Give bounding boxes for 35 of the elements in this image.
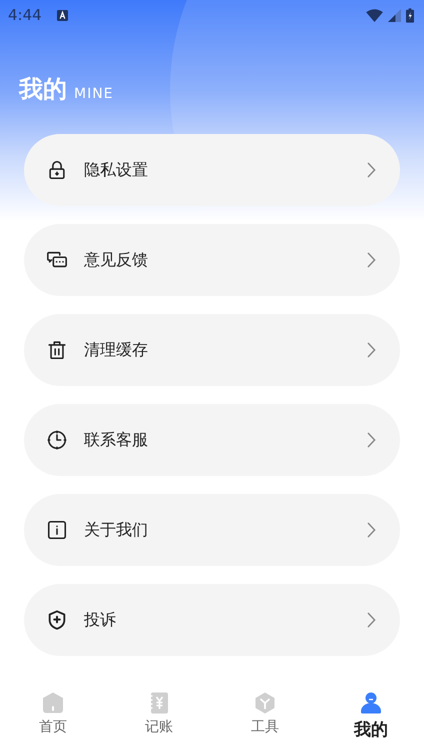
chevron-right-icon	[367, 522, 376, 538]
menu-item[interactable]: 意见反馈	[24, 224, 400, 296]
menu-item[interactable]: 隐私设置	[24, 134, 400, 206]
menu-label: 联系客服	[84, 430, 149, 450]
battery-icon	[406, 8, 414, 22]
menu-item[interactable]: 关于我们	[24, 494, 400, 566]
menu-label: 隐私设置	[84, 160, 149, 180]
menu-label: 投诉	[84, 610, 117, 630]
menu-label: 清理缓存	[84, 340, 149, 360]
person-icon	[359, 691, 383, 715]
status-time: 4:44	[8, 6, 42, 24]
chevron-right-icon	[367, 342, 376, 358]
info-icon	[46, 519, 68, 541]
menu-item[interactable]: 投诉	[24, 584, 400, 656]
tab-item[interactable]: 记账	[106, 685, 212, 747]
chevron-right-icon	[367, 252, 376, 268]
menu-item[interactable]: 清理缓存	[24, 314, 400, 386]
shield-plus-icon	[46, 609, 68, 631]
chevron-right-icon	[367, 162, 376, 178]
menu-label: 关于我们	[84, 520, 149, 540]
tab-item[interactable]: 工具	[212, 685, 318, 747]
chevron-right-icon	[367, 612, 376, 628]
page-subtitle: MINE	[74, 86, 114, 102]
tab-item[interactable]: 我的	[318, 685, 424, 747]
home-icon	[41, 691, 65, 715]
signal-icon	[388, 8, 401, 22]
clock-icon	[46, 429, 68, 451]
trash-icon	[46, 339, 68, 361]
chevron-right-icon	[367, 432, 376, 448]
tab-item[interactable]: 首页	[0, 685, 106, 747]
cube-icon	[253, 691, 277, 715]
menu-item[interactable]: 联系客服	[24, 404, 400, 476]
wifi-icon	[366, 8, 383, 22]
page-title: 我的	[19, 75, 67, 104]
menu-label: 意见反馈	[84, 250, 149, 270]
